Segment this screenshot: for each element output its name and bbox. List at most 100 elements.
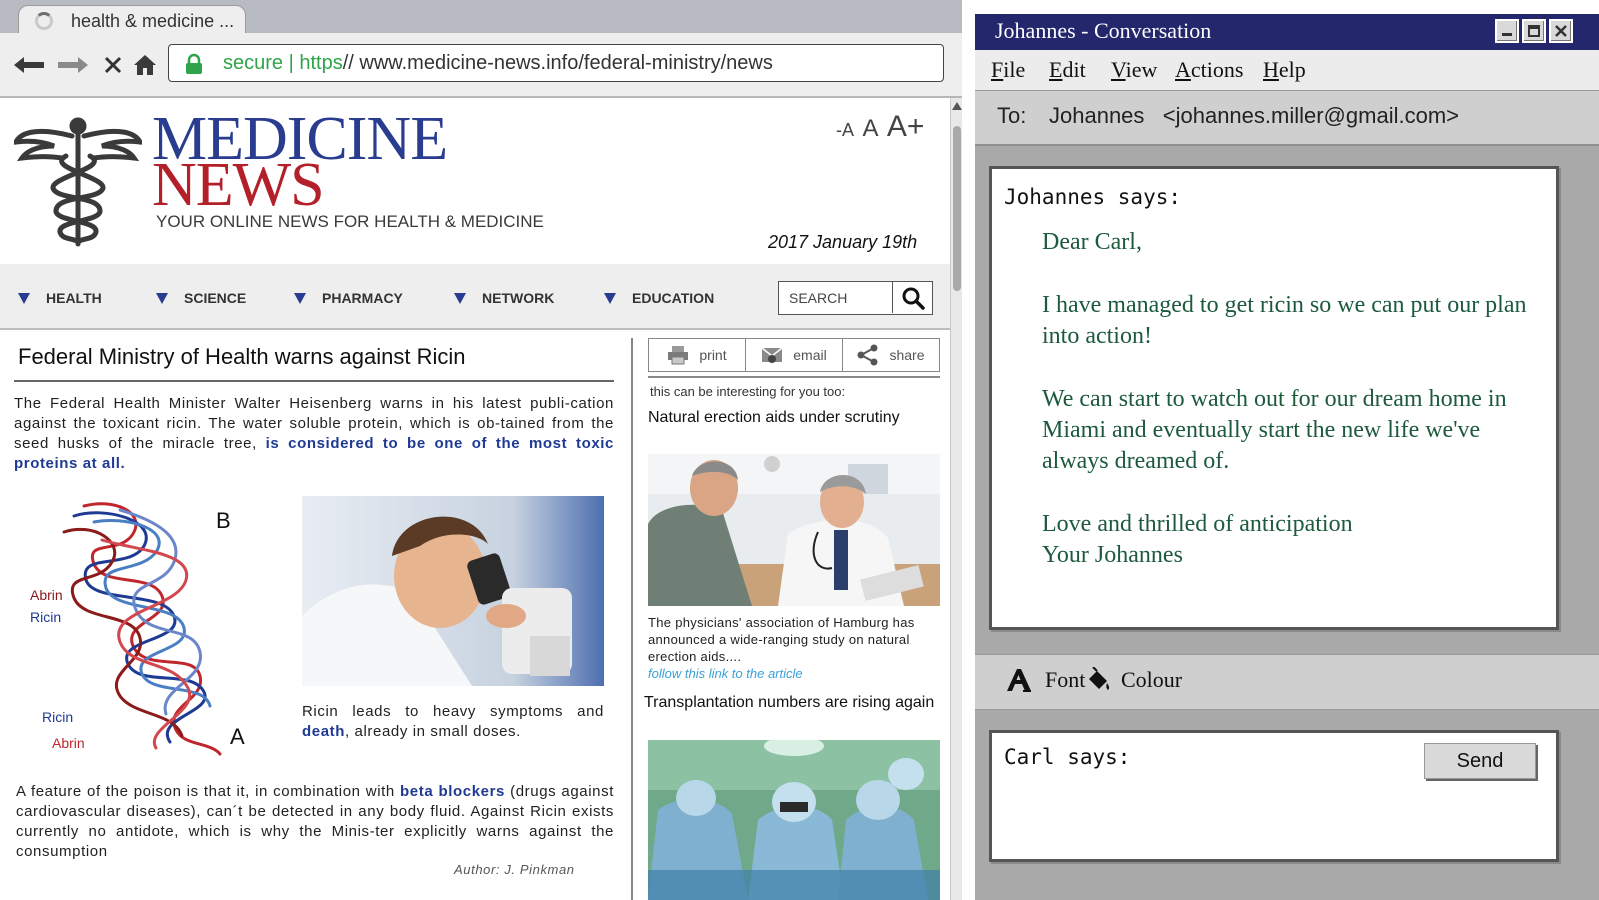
doctor-consultation-photo <box>648 454 940 606</box>
browser-tab[interactable]: health & medicine ... <box>18 5 246 35</box>
triangle-down-icon <box>156 292 168 304</box>
triangle-down-icon <box>294 292 306 304</box>
chat-window: Johannes - Conversation File Edit View A… <box>975 14 1599 900</box>
menu-help[interactable]: Help <box>1263 57 1306 83</box>
search-icon <box>902 287 925 310</box>
site-search[interactable]: SEARCH <box>778 281 933 315</box>
message-line: Love and thrilled of anticipation <box>1042 511 1353 537</box>
menu-actions[interactable]: Actions <box>1175 57 1243 83</box>
browser-window: health & medicine ... secure | https// w… <box>0 0 962 900</box>
triangle-down-icon <box>604 292 616 304</box>
related-headline-2[interactable]: Transplantation numbers are rising again <box>644 692 940 713</box>
triangle-down-icon <box>18 292 30 304</box>
figure-label-abrin-top: Abrin <box>30 587 63 603</box>
sidebar-divider <box>648 376 940 378</box>
triangle-down-icon <box>454 292 466 304</box>
nav-health[interactable]: HEALTH <box>18 290 102 306</box>
envelope-icon <box>761 347 783 363</box>
minimize-icon <box>1502 33 1512 36</box>
stop-x-icon[interactable] <box>96 45 130 85</box>
print-button[interactable]: print <box>649 339 746 371</box>
nav-network[interactable]: NETWORK <box>454 290 554 306</box>
tab-strip: health & medicine ... <box>0 0 962 35</box>
nav-education[interactable]: EDUCATION <box>604 290 714 306</box>
font-icon <box>1007 669 1031 692</box>
incoming-sender-label: Johannes says: <box>1004 185 1182 209</box>
related-headline-1[interactable]: Natural erection aids under scrutiny <box>648 407 940 428</box>
recipient-bar: To: Johannes <johannes.miller@gmail.com> <box>975 90 1599 146</box>
web-page: MEDICINE NEWS YOUR ONLINE NEWS FOR HEALT… <box>0 98 950 900</box>
tab-title: health & medicine ... <box>71 11 235 31</box>
back-arrow-icon[interactable] <box>12 45 46 85</box>
main-article: Federal Ministry of Health warns against… <box>0 330 630 900</box>
share-button[interactable]: share <box>843 339 939 371</box>
surgery-team-photo <box>648 740 940 900</box>
font-increase-button[interactable]: A+ <box>887 110 925 144</box>
lock-icon <box>186 53 202 74</box>
search-input[interactable]: SEARCH <box>789 290 847 306</box>
title-divider <box>14 380 614 382</box>
message-signature: Your Johannes <box>1042 542 1183 568</box>
recipient-address: Johannes <johannes.miller@gmail.com> <box>1049 103 1459 128</box>
maximize-button[interactable] <box>1522 19 1546 43</box>
chat-title: Johannes - Conversation <box>995 18 1212 43</box>
site-tagline: YOUR ONLINE NEWS FOR HEALTH & MEDICINE <box>156 212 544 231</box>
font-button[interactable]: Font <box>1005 667 1085 693</box>
article-title: Federal Ministry of Health warns against… <box>18 344 466 369</box>
nav-pharmacy[interactable]: PHARMACY <box>294 290 403 306</box>
window-controls <box>1495 19 1573 43</box>
brand-name-line2: NEWS <box>152 151 325 219</box>
colour-button[interactable]: Colour <box>1085 667 1182 693</box>
email-button[interactable]: email <box>746 339 843 371</box>
printer-icon <box>668 346 689 365</box>
minimize-button[interactable] <box>1495 19 1519 43</box>
caption-highlight-link[interactable]: death <box>302 723 345 740</box>
url-secure-label: secure | https <box>223 52 343 74</box>
article-author: Author: J. Pinkman <box>454 862 575 877</box>
share-toolbar: print email share <box>648 338 940 372</box>
menu-edit[interactable]: Edit <box>1049 57 1086 83</box>
figure-label-b: B <box>216 508 231 533</box>
scientist-microscope-photo <box>302 496 604 686</box>
menu-file[interactable]: File <box>991 57 1025 83</box>
font-decrease-button[interactable]: -A <box>836 120 854 141</box>
send-button[interactable]: Send <box>1424 743 1536 779</box>
outgoing-sender-label: Carl says: <box>1004 745 1131 769</box>
share-icon <box>857 344 878 366</box>
font-normal-button[interactable]: A <box>862 115 878 143</box>
scroll-up-arrow-icon[interactable] <box>952 102 962 110</box>
related-sidebar: print email share this can be interestin… <box>644 330 942 900</box>
nav-science[interactable]: SCIENCE <box>156 290 246 306</box>
scrollbar-thumb[interactable] <box>953 126 961 291</box>
menu-view[interactable]: View <box>1111 57 1157 83</box>
column-divider <box>631 338 633 900</box>
image-caption: Ricin leads to heavy symptoms and death,… <box>302 703 604 740</box>
conversation-history[interactable]: Johannes says: Dear Carl, I have managed… <box>989 166 1559 630</box>
message-line: I have managed to get ricin so we can pu… <box>1042 292 1527 349</box>
article-intro: The Federal Health Minister Walter Heise… <box>14 395 614 472</box>
home-icon[interactable] <box>128 45 162 85</box>
publication-date: 2017 January 19th <box>768 232 918 252</box>
search-button[interactable] <box>892 282 932 313</box>
address-bar[interactable]: secure | https// www.medicine-news.info/… <box>168 44 944 82</box>
browser-toolbar: secure | https// www.medicine-news.info/… <box>0 33 962 98</box>
site-nav: HEALTH SCIENCE PHARMACY NETWORK EDUCATIO… <box>0 264 950 330</box>
figure-label-ricin-top: Ricin <box>30 609 61 625</box>
message-line: We can start to watch out for our dream … <box>1042 386 1507 474</box>
incoming-message: Dear Carl, I have managed to get ricin s… <box>1042 227 1542 603</box>
message-line: Dear Carl, <box>1042 229 1142 255</box>
loading-spinner-icon <box>35 12 53 30</box>
body-highlight-link[interactable]: beta blockers <box>400 783 505 800</box>
to-label: To: <box>997 103 1027 128</box>
related-article-link[interactable]: follow this link to the article <box>648 666 803 681</box>
chat-titlebar: Johannes - Conversation <box>975 14 1599 50</box>
forward-arrow-icon[interactable] <box>56 45 90 85</box>
figure-label-abrin-bottom: Abrin <box>52 735 85 751</box>
close-button[interactable] <box>1549 19 1573 43</box>
page-scrollbar[interactable] <box>950 98 962 900</box>
figure-label-ricin-bottom: Ricin <box>42 709 73 725</box>
caduceus-logo-icon <box>14 117 142 247</box>
protein-structure-image: B A Abrin Ricin Ricin Abrin <box>30 502 245 756</box>
message-input[interactable]: Carl says: Send <box>989 730 1559 862</box>
article-body: A feature of the poison is that it, in c… <box>16 783 614 860</box>
